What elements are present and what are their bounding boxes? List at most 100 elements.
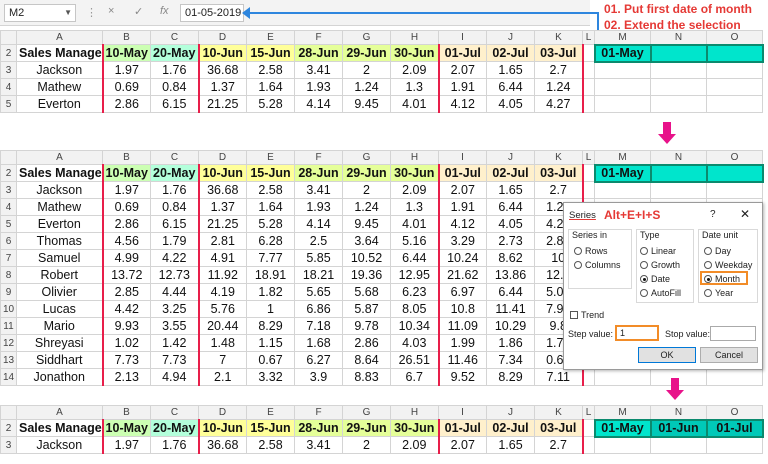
spacer-cell[interactable]: [582, 78, 595, 96]
value-cell[interactable]: 7.34: [486, 351, 535, 369]
value-cell[interactable]: 2.09: [390, 181, 439, 199]
date-header-cell[interactable]: 15-Jun: [246, 164, 295, 182]
manager-name-cell[interactable]: Jonathon: [16, 368, 103, 386]
value-cell[interactable]: 11.92: [197, 266, 247, 284]
manager-name-cell[interactable]: Olivier: [16, 283, 103, 301]
value-cell[interactable]: 0.69: [101, 198, 151, 216]
value-cell[interactable]: 3.25: [150, 300, 199, 318]
value-cell[interactable]: 2.81: [197, 232, 247, 250]
value-cell[interactable]: 4.19: [197, 283, 247, 301]
row-header[interactable]: 12: [0, 334, 17, 352]
column-header[interactable]: K: [534, 30, 583, 45]
value-cell[interactable]: 2.07: [437, 61, 487, 79]
name-box[interactable]: M2 ▼: [4, 4, 76, 22]
column-header[interactable]: H: [390, 30, 439, 45]
value-cell[interactable]: 1.3: [390, 78, 439, 96]
value-cell[interactable]: 11.46: [437, 351, 487, 369]
value-cell[interactable]: 5.16: [390, 232, 439, 250]
empty-cell[interactable]: [594, 61, 651, 79]
value-cell[interactable]: 6.44: [486, 283, 535, 301]
selected-month-cell[interactable]: 01-May: [593, 43, 652, 63]
column-header[interactable]: C: [150, 405, 199, 420]
value-cell[interactable]: 1.93: [294, 78, 343, 96]
manager-name-cell[interactable]: Mathew: [16, 78, 103, 96]
value-cell[interactable]: 1.64: [246, 198, 295, 216]
selected-month-cell[interactable]: 01-Jun: [649, 418, 708, 438]
value-cell[interactable]: 21.25: [197, 215, 247, 233]
column-header[interactable]: D: [198, 150, 247, 165]
value-cell[interactable]: 6.23: [390, 283, 439, 301]
value-cell[interactable]: 9.52: [437, 368, 487, 386]
value-cell[interactable]: 1.97: [101, 61, 151, 79]
value-cell[interactable]: 9.45: [342, 215, 391, 233]
date-header-cell[interactable]: 15-Jun: [246, 44, 295, 62]
value-cell[interactable]: 10.34: [390, 317, 439, 335]
value-cell[interactable]: 2.13: [101, 368, 151, 386]
value-cell[interactable]: 4.22: [150, 249, 199, 267]
value-cell[interactable]: 2.5: [294, 232, 343, 250]
date-header-cell[interactable]: 20-May: [150, 164, 199, 182]
date-header-cell[interactable]: 29-Jun: [342, 44, 391, 62]
value-cell[interactable]: 2.7: [534, 181, 584, 199]
empty-cell[interactable]: [706, 436, 763, 454]
column-header[interactable]: J: [486, 405, 535, 420]
value-cell[interactable]: 1.24: [342, 198, 391, 216]
column-header[interactable]: G: [342, 150, 391, 165]
value-cell[interactable]: 8.64: [342, 351, 391, 369]
date-header-cell[interactable]: 10-Jun: [197, 419, 247, 437]
value-cell[interactable]: 0.84: [150, 78, 199, 96]
step-value-input[interactable]: 1: [615, 325, 659, 341]
value-cell[interactable]: 1.37: [197, 198, 247, 216]
value-cell[interactable]: 1.93: [294, 198, 343, 216]
column-header[interactable]: N: [650, 30, 707, 45]
column-header[interactable]: B: [102, 405, 151, 420]
value-cell[interactable]: 2: [342, 436, 391, 454]
value-cell[interactable]: 2.58: [246, 436, 295, 454]
radio-autofill[interactable]: AutoFill: [640, 288, 681, 298]
column-header[interactable]: A: [16, 150, 103, 165]
value-cell[interactable]: 9.93: [101, 317, 151, 335]
value-cell[interactable]: 2.1: [197, 368, 247, 386]
value-cell[interactable]: 8.62: [486, 249, 535, 267]
empty-cell[interactable]: [706, 368, 763, 386]
value-cell[interactable]: 11.41: [486, 300, 535, 318]
date-header-cell[interactable]: 03-Jul: [534, 419, 584, 437]
value-cell[interactable]: 5.28: [246, 95, 295, 113]
value-cell[interactable]: 3.32: [246, 368, 295, 386]
value-cell[interactable]: 1.37: [197, 78, 247, 96]
value-cell[interactable]: 10.52: [342, 249, 391, 267]
row-header[interactable]: 14: [0, 368, 17, 386]
value-cell[interactable]: 6.27: [294, 351, 343, 369]
date-header-cell[interactable]: 20-May: [150, 44, 199, 62]
row-header[interactable]: 2: [0, 44, 17, 62]
value-cell[interactable]: 1.3: [390, 198, 439, 216]
value-cell[interactable]: 6.86: [294, 300, 343, 318]
row-header[interactable]: 5: [0, 215, 17, 233]
value-cell[interactable]: 5.68: [342, 283, 391, 301]
column-header[interactable]: F: [294, 30, 343, 45]
column-header[interactable]: H: [390, 405, 439, 420]
value-cell[interactable]: 4.94: [150, 368, 199, 386]
radio-day[interactable]: Day: [704, 246, 731, 256]
empty-cell[interactable]: [706, 78, 763, 96]
corner-cell[interactable]: [0, 405, 17, 420]
column-header[interactable]: C: [150, 150, 199, 165]
column-header[interactable]: G: [342, 30, 391, 45]
date-header-cell[interactable]: 10-May: [101, 44, 151, 62]
selected-month-cell[interactable]: 01-Jul: [705, 418, 764, 438]
close-icon[interactable]: ✕: [740, 207, 750, 221]
trend-checkbox[interactable]: Trend: [570, 310, 604, 320]
ok-button[interactable]: OK: [638, 347, 696, 363]
value-cell[interactable]: 2.58: [246, 181, 295, 199]
value-cell[interactable]: 4.91: [197, 249, 247, 267]
manager-name-cell[interactable]: Everton: [16, 95, 103, 113]
value-cell[interactable]: 4.05: [486, 95, 535, 113]
date-header-cell[interactable]: 28-Jun: [294, 44, 343, 62]
value-cell[interactable]: 6.15: [150, 95, 199, 113]
value-cell[interactable]: 1.76: [150, 436, 199, 454]
value-cell[interactable]: 5.76: [197, 300, 247, 318]
value-cell[interactable]: 2: [342, 61, 391, 79]
radio-growth[interactable]: Growth: [640, 260, 680, 270]
value-cell[interactable]: 1.65: [486, 181, 535, 199]
corner-cell[interactable]: [0, 30, 17, 45]
